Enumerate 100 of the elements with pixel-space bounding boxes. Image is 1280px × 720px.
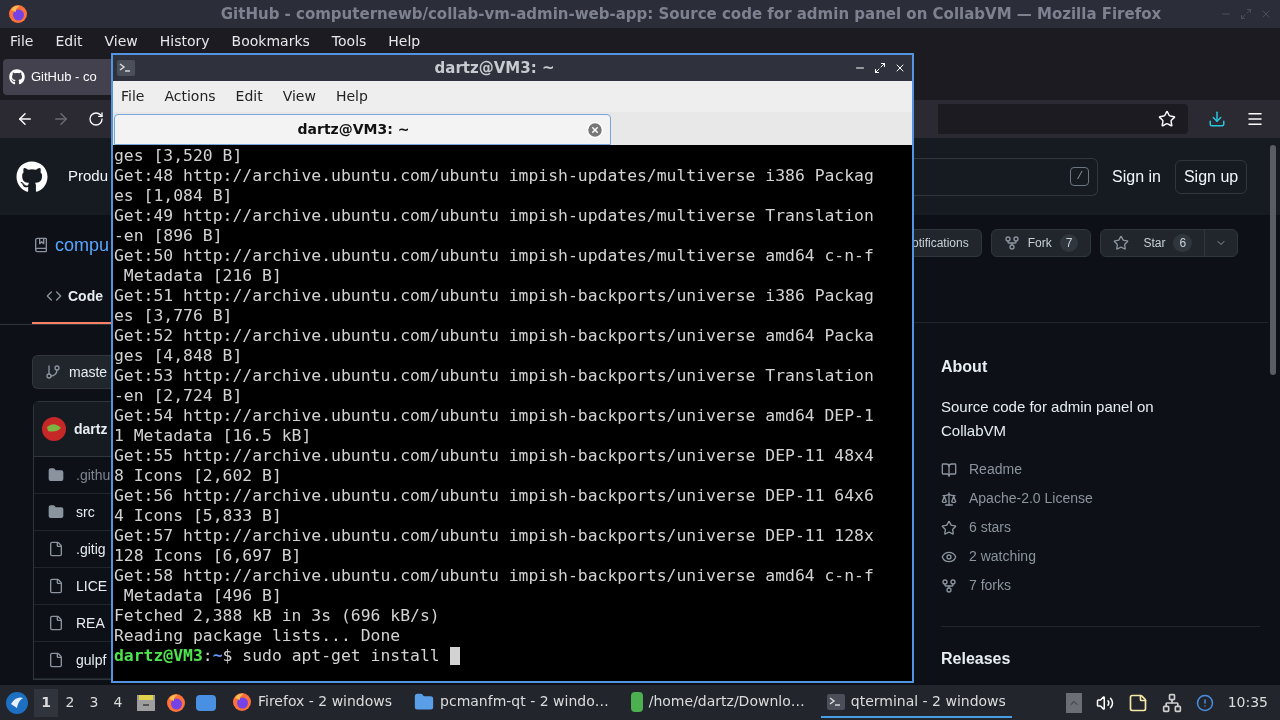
file-link[interactable]: src [76,501,95,523]
start-menu-icon[interactable] [6,691,28,714]
star-button[interactable]: Star 6 [1100,229,1239,257]
menu-item[interactable]: History [159,30,210,52]
repo-link[interactable]: compu [55,231,110,259]
workspace-button[interactable]: 3 [82,688,106,717]
menu-item[interactable]: Help [335,86,368,107]
scale-icon [941,490,957,507]
taskbar-item[interactable]: /home/dartz/Downlo… [624,687,811,718]
taskbar-item[interactable]: qterminal - 2 windows [820,687,1012,718]
github-icon [9,69,25,85]
output-line: Metadata [216 B] [122,266,282,286]
tray-toggle[interactable] [1065,692,1082,713]
file-link[interactable]: LICE [76,575,108,597]
star-icon [1113,235,1130,251]
fork-icon [1003,235,1020,251]
menu-item[interactable]: File [10,30,34,52]
firefox-icon[interactable] [8,4,28,24]
menu-item[interactable]: View [282,86,316,107]
menu-item[interactable]: Help [388,30,421,52]
commit-author[interactable]: dartz [74,418,108,440]
repo-icon [33,237,49,253]
window-title: GitHub - computernewb/collab-vm-admin-web-app: Source code for admin panel on CollabVM — Mozilla Firefox [219,3,1163,25]
folder-icon [48,504,64,520]
folder-icon [414,691,435,712]
taskbar-item[interactable]: pcmanfm-qt - 2 windo… [408,687,615,718]
clock[interactable]: 10:35 [1227,692,1268,713]
note-icon[interactable] [1127,692,1148,713]
workspace-button[interactable]: 4 [106,688,130,717]
archive-icon [630,691,643,712]
taskbar-item[interactable]: Firefox - 2 windows [226,687,399,718]
output-line: es [1,084 B] [114,186,233,206]
branch-button[interactable]: maste [32,355,111,389]
github-logo-icon[interactable] [16,160,48,193]
output-line: ges [3,520 B] [114,146,243,166]
terminal-tab[interactable]: dartz@VM3: ~ [114,114,611,145]
menu-item[interactable]: File [121,86,145,107]
command-text: $ sudo apt-get install [222,646,441,666]
menu-item[interactable]: Tools [331,30,367,52]
output-line: Get:52 http://archive.ubuntu.com/ubuntu impish-backports/universe amd64 Packa [114,326,874,346]
avatar [42,417,66,441]
maximize-icon[interactable] [874,62,886,74]
code-icon [46,288,62,304]
forward-icon[interactable] [52,110,70,128]
about-link[interactable]: 7 forks [969,575,1011,596]
workspace-button[interactable]: 2 [58,688,82,717]
output-line: ges [4,848 B] [114,346,243,366]
about-heading: About [941,357,989,377]
output-line: Get:50 http://archive.ubuntu.com/ubuntu impish-updates/multiverse amd64 c-n-f [114,246,874,266]
menu-icon[interactable] [1246,110,1264,128]
download-icon[interactable] [1208,110,1226,128]
network-icon[interactable] [1161,692,1182,713]
output-line: 128 Icons [6,697 B] [114,546,302,566]
firefox-icon[interactable] [232,691,252,712]
url-field[interactable] [938,104,1188,134]
fork-button[interactable]: Fork 7 [990,229,1092,257]
output-line: es [3,776 B] [114,306,233,326]
file-icon [48,578,64,594]
volume-icon[interactable] [1095,693,1114,712]
terminal-icon [117,60,135,76]
back-icon[interactable] [16,110,34,128]
notification-icon[interactable] [1195,693,1214,712]
releases-heading[interactable]: Releases [941,647,1280,671]
terminal-icon [826,693,845,710]
about-link[interactable]: Readme [969,459,1022,480]
bookmark-star-icon[interactable] [1158,110,1176,128]
count-badge: 6 [1173,234,1193,252]
window-icon[interactable] [196,694,216,711]
file-link[interactable]: .gitig [76,538,106,560]
firefox-icon[interactable] [166,692,186,713]
file-link[interactable]: .githu [76,464,111,486]
menu-item[interactable]: Actions [164,86,216,107]
menu-item[interactable]: Edit [55,30,83,52]
about-link[interactable]: 2 watching [969,546,1036,567]
close-icon[interactable] [894,62,906,74]
output-line: Get:57 http://archive.ubuntu.com/ubuntu impish-backports/universe DEP-11 128x [114,526,874,546]
menu-item[interactable]: View [104,30,138,52]
close-tab-icon[interactable] [586,120,604,139]
file-link[interactable]: gulpf [76,649,107,671]
menu-item[interactable]: Edit [235,86,263,107]
reload-icon[interactable] [88,111,104,127]
tab-title: GitHub - co [31,68,97,87]
output-line: Get:53 http://archive.ubuntu.com/ubuntu impish-backports/universe Translation [114,366,874,386]
repo-description: Source code for admin panel on CollabVM [941,397,1155,441]
about-link[interactable]: 6 stars [969,517,1011,538]
nav-link[interactable]: Produ [68,165,109,188]
output-line: 4 Icons [5,833 B] [114,506,282,526]
output-line: 8 Icons [2,602 B] [114,466,282,486]
workspace-button[interactable]: 1 [34,688,58,717]
browser-tab[interactable]: GitHub - co [3,59,111,95]
notifications-button[interactable]: otifications [912,229,982,257]
output-line: Fetched 2,388 kB in 3s (696 kB/s) [114,606,440,626]
about-link[interactable]: Apache-2.0 License [969,488,1093,509]
sign-in-link[interactable]: Sign in [1112,164,1161,189]
menu-item[interactable]: Bookmarks [231,30,310,52]
file-cabinet-icon[interactable] [136,692,156,713]
shortcut-key: / [1070,167,1089,186]
scrollbar[interactable] [1270,145,1276,375]
file-link[interactable]: REA [76,612,105,634]
sign-up-button[interactable]: Sign up [1174,159,1248,194]
